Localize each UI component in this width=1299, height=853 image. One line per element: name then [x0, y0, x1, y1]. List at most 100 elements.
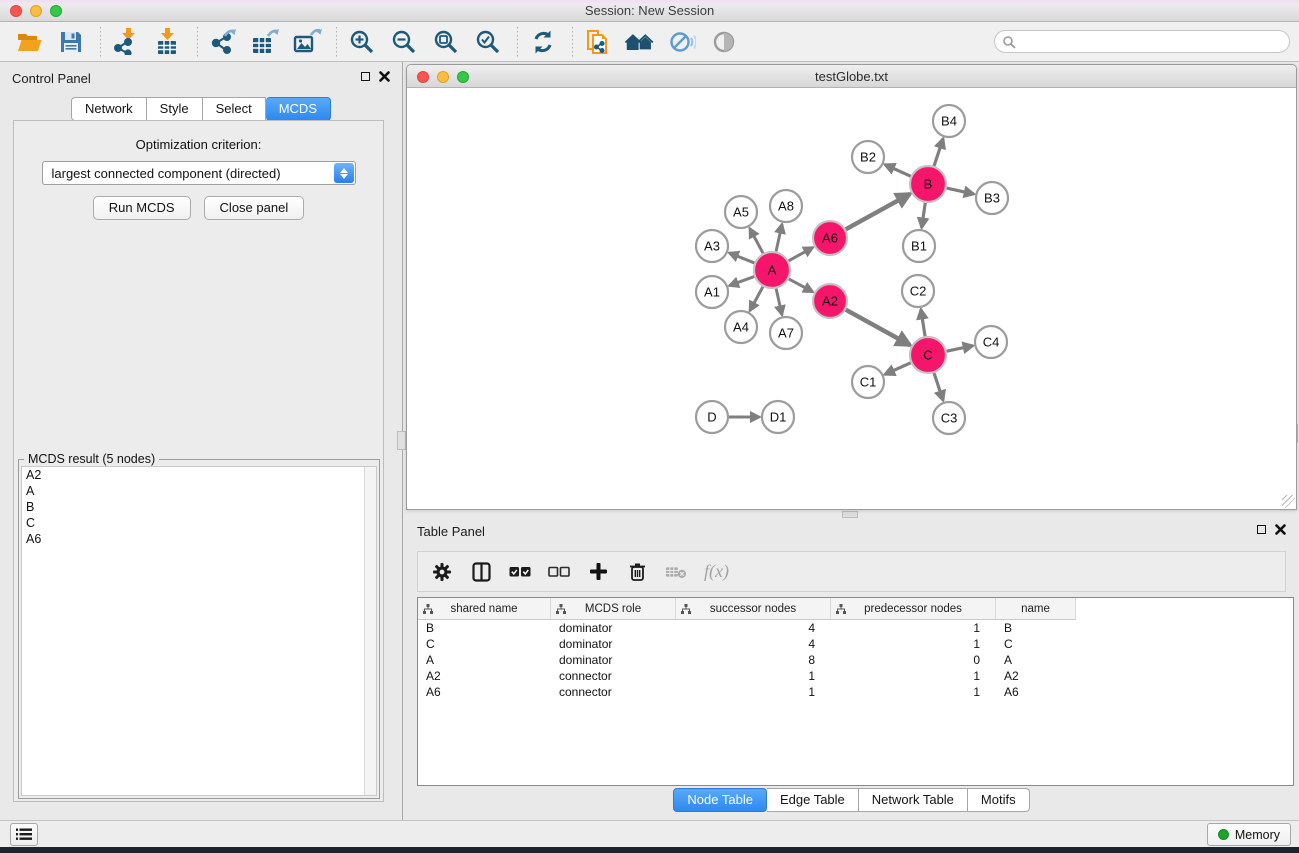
zoom-selected-icon[interactable] [473, 27, 503, 57]
column-layout-icon[interactable] [470, 561, 492, 583]
close-panel-icon[interactable] [379, 71, 390, 82]
float-table-panel-icon[interactable] [1257, 525, 1266, 534]
delete-column-icon[interactable] [626, 561, 648, 583]
show-all-icon[interactable] [709, 27, 739, 57]
network-window-title: testGlobe.txt [407, 69, 1296, 84]
graph-edge[interactable] [934, 139, 943, 166]
select-all-columns-icon[interactable] [509, 561, 531, 583]
hide-selected-icon[interactable] [667, 27, 697, 57]
network-canvas[interactable]: B4B2BB3A5A8A6B1A3AC2A1A2A4A7C4CC1C3DD1 [407, 88, 1296, 509]
save-session-icon[interactable] [56, 27, 86, 57]
task-history-button[interactable] [10, 823, 38, 846]
session-title: Session: New Session [0, 3, 1299, 18]
run-mcds-button[interactable]: Run MCDS [93, 196, 191, 220]
import-table-icon[interactable] [153, 27, 183, 57]
graph-edge[interactable] [789, 279, 813, 292]
graph-node-label: A2 [822, 294, 838, 309]
tab-network[interactable]: Network [71, 97, 147, 121]
table-row[interactable]: Adominator80A [418, 652, 1293, 668]
graph-edge[interactable] [750, 287, 763, 311]
tab-network-table[interactable]: Network Table [859, 788, 968, 812]
zoom-out-icon[interactable] [389, 27, 419, 57]
export-image-icon[interactable] [292, 27, 322, 57]
tab-select[interactable]: Select [203, 97, 266, 121]
graph-edge[interactable] [776, 224, 782, 251]
graph-edge[interactable] [789, 247, 813, 260]
left-split-divider-grip[interactable] [397, 431, 406, 450]
graph-node-label: C4 [983, 335, 1000, 350]
mcds-tab-content: Optimization criterion: largest connecte… [13, 120, 384, 802]
zoom-fit-icon[interactable] [431, 27, 461, 57]
network-window-titlebar[interactable]: testGlobe.txt [407, 65, 1296, 88]
table-row[interactable]: A6connector11A6 [418, 684, 1293, 700]
graph-edge[interactable] [947, 346, 973, 351]
column-header-successor-nodes[interactable]: successor nodes [676, 598, 831, 620]
column-header-shared-name[interactable]: shared name [418, 598, 551, 620]
graph-node-label: B1 [911, 239, 927, 254]
memory-button[interactable]: Memory [1207, 823, 1291, 846]
column-header-predecessor-nodes[interactable]: predecessor nodes [831, 598, 996, 620]
control-panel-tabs: Network Style Select MCDS [0, 97, 402, 121]
export-table-icon[interactable] [250, 27, 280, 57]
graph-node-label: D1 [770, 410, 787, 425]
window-resize-grip[interactable] [1282, 495, 1295, 508]
search-input[interactable] [1016, 35, 1289, 49]
table-row[interactable]: Bdominator41B [418, 620, 1293, 636]
add-column-icon[interactable] [587, 561, 609, 583]
tab-style[interactable]: Style [147, 97, 203, 121]
tab-motifs[interactable]: Motifs [968, 788, 1030, 812]
result-list-scrollbar[interactable] [364, 467, 376, 795]
graph-edge[interactable] [922, 203, 926, 228]
search-icon [1002, 35, 1016, 49]
table-row[interactable]: A2connector11A2 [418, 668, 1293, 684]
delete-table-icon [665, 561, 687, 583]
column-header-mcds-role[interactable]: MCDS role [551, 598, 676, 620]
tab-edge-table[interactable]: Edge Table [767, 788, 859, 812]
toolbar-separator [197, 27, 198, 57]
search-box[interactable] [994, 30, 1290, 53]
graph-edge[interactable] [729, 253, 754, 263]
list-item[interactable]: A [22, 483, 376, 499]
column-header-name[interactable]: name [996, 598, 1076, 620]
graph-edge[interactable] [921, 309, 925, 336]
close-table-panel-icon[interactable] [1275, 524, 1286, 535]
float-panel-icon[interactable] [361, 72, 370, 81]
desktop-background [0, 847, 1299, 853]
list-item[interactable]: A2 [22, 467, 376, 483]
settings-gear-icon[interactable] [431, 561, 453, 583]
import-network-icon[interactable] [111, 27, 141, 57]
graph-edge[interactable] [885, 363, 911, 375]
graph-node-label: C1 [860, 375, 877, 390]
deselect-all-columns-icon[interactable] [548, 561, 570, 583]
duplicate-network-icon[interactable] [583, 27, 613, 57]
graph-edge[interactable] [729, 277, 754, 286]
refresh-view-icon[interactable] [528, 27, 558, 57]
first-neighbors-icon[interactable] [625, 27, 655, 57]
zoom-in-icon[interactable] [347, 27, 377, 57]
tab-node-table[interactable]: Node Table [673, 788, 767, 812]
list-item[interactable]: C [22, 515, 376, 531]
criterion-select[interactable]: largest connected component (directed) [42, 161, 356, 185]
graph-edge[interactable] [846, 310, 910, 345]
main-toolbar [0, 22, 1299, 62]
graph-edge[interactable] [947, 188, 974, 194]
table-row[interactable]: Cdominator41C [418, 636, 1293, 652]
list-item[interactable]: A6 [22, 531, 376, 547]
graph-edge[interactable] [934, 373, 943, 400]
close-panel-button[interactable]: Close panel [204, 196, 305, 220]
graph-edge[interactable] [885, 165, 911, 177]
node-table[interactable]: shared name MCDS role successor nodes pr… [417, 597, 1294, 786]
graph-edge[interactable] [846, 194, 910, 229]
graph-edge[interactable] [750, 228, 763, 253]
control-panel: Control Panel Network Style Select MCDS … [0, 62, 403, 820]
mcds-result-list[interactable]: A2ABCA6 [21, 466, 377, 796]
table-header-filler [1076, 598, 1293, 620]
function-builder-icon: f(x) [704, 561, 729, 582]
graph-node-label: A [768, 263, 777, 278]
export-network-icon[interactable] [208, 27, 238, 57]
graph-edge[interactable] [776, 289, 782, 315]
graph-node-label: C [923, 348, 932, 363]
open-session-icon[interactable] [14, 27, 44, 57]
list-item[interactable]: B [22, 499, 376, 515]
tab-mcds[interactable]: MCDS [266, 97, 331, 121]
